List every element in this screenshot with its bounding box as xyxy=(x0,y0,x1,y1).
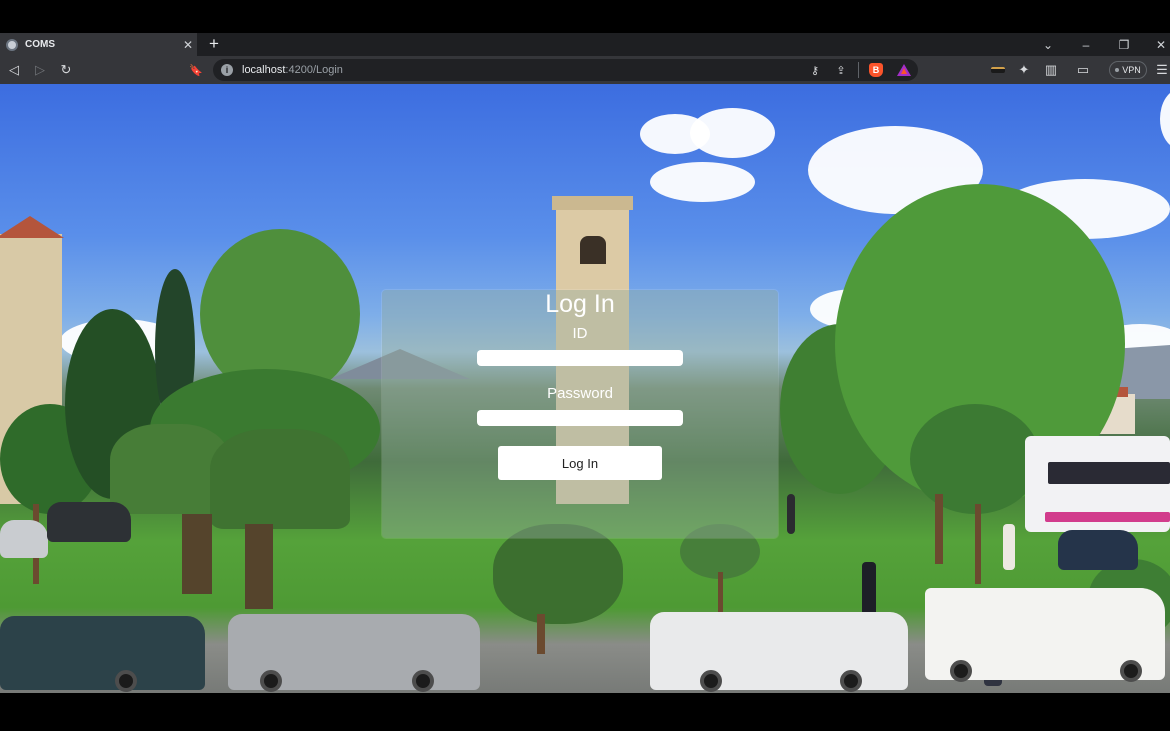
car xyxy=(1058,530,1138,570)
browser-toolbar: ◁ ▷ ↻ 🔖 i localhost:4200/Login ⚷ ⇪ B ✦ ▥… xyxy=(0,56,1170,84)
tree-trunk xyxy=(537,614,545,654)
tab-title: COMS xyxy=(25,39,55,50)
share-icon[interactable]: ⇪ xyxy=(833,62,849,78)
login-page-background: Log In ID Password Log In xyxy=(0,84,1170,693)
cloud xyxy=(690,108,775,158)
cloud xyxy=(1160,89,1170,149)
url-path: :4200/Login xyxy=(285,64,343,76)
car xyxy=(0,616,205,690)
car-wheel xyxy=(412,670,434,692)
tree xyxy=(910,404,1040,514)
person xyxy=(1003,524,1015,570)
key-icon[interactable]: ⚷ xyxy=(807,62,823,78)
restore-button[interactable]: ❐ xyxy=(1109,33,1139,56)
screen: COMS ✕ + ⌄ – ❐ ✕ ◁ ▷ ↻ 🔖 i localhost:420… xyxy=(0,0,1170,731)
car-wheel xyxy=(950,660,972,682)
globe-icon xyxy=(6,38,18,51)
vpn-button[interactable]: VPN xyxy=(1109,61,1147,79)
tab-strip: COMS ✕ + ⌄ – ❐ ✕ xyxy=(0,33,1170,56)
browser-tab-coms[interactable]: COMS ✕ xyxy=(0,33,197,56)
person xyxy=(787,494,795,534)
vpn-label: VPN xyxy=(1122,65,1141,75)
bookmark-icon[interactable]: 🔖 xyxy=(186,60,206,80)
car xyxy=(0,520,48,558)
car-wheel xyxy=(115,670,137,692)
vpn-status-icon xyxy=(1115,68,1120,72)
tree-trunk xyxy=(935,494,943,564)
info-icon[interactable]: i xyxy=(221,64,233,76)
password-label: Password xyxy=(547,385,613,402)
palm-trunk xyxy=(245,524,273,609)
minimize-button[interactable]: – xyxy=(1071,33,1101,56)
car xyxy=(650,612,908,690)
new-tab-button[interactable]: + xyxy=(205,34,223,54)
menu-icon[interactable]: ☰ xyxy=(1152,60,1170,80)
car-wheel xyxy=(1120,660,1142,682)
tree-trunk xyxy=(975,504,981,584)
login-button[interactable]: Log In xyxy=(498,446,662,480)
login-title: Log In xyxy=(545,290,615,318)
bus-window xyxy=(1048,462,1170,484)
tower-window xyxy=(580,236,606,264)
tree-trunk xyxy=(718,572,723,612)
car xyxy=(47,502,131,542)
car-wheel xyxy=(700,670,722,692)
palm-trunk xyxy=(182,514,212,594)
car-wheel xyxy=(840,670,862,692)
building-roof xyxy=(0,216,64,238)
wallet-icon[interactable]: ▭ xyxy=(1073,60,1093,80)
close-icon[interactable]: ✕ xyxy=(179,38,197,52)
tower-battlements xyxy=(552,196,633,210)
back-button[interactable]: ◁ xyxy=(4,60,24,80)
extension-icon[interactable] xyxy=(988,60,1008,80)
reload-button[interactable]: ↻ xyxy=(56,60,76,80)
palm-tree xyxy=(210,429,350,529)
password-input[interactable] xyxy=(477,410,683,426)
brave-shields-icon[interactable]: B xyxy=(868,62,884,78)
puzzle-icon[interactable]: ✦ xyxy=(1014,60,1034,80)
cloud xyxy=(650,162,755,202)
bus-stripe xyxy=(1045,512,1170,522)
car-wheel xyxy=(260,670,282,692)
id-input[interactable] xyxy=(477,350,683,366)
window-close-button[interactable]: ✕ xyxy=(1146,33,1170,56)
url-host: localhost xyxy=(242,64,286,76)
brave-rewards-icon[interactable] xyxy=(896,62,912,78)
omnibox-divider xyxy=(858,62,859,78)
id-label: ID xyxy=(572,325,588,342)
sidebar-icon[interactable]: ▥ xyxy=(1041,60,1061,80)
tab-search-button[interactable]: ⌄ xyxy=(1033,33,1063,56)
forward-button[interactable]: ▷ xyxy=(30,60,50,80)
login-card: Log In ID Password Log In xyxy=(382,290,778,538)
address-bar[interactable]: i localhost:4200/Login ⚷ ⇪ B xyxy=(213,59,918,81)
cypress-tree xyxy=(493,524,623,624)
